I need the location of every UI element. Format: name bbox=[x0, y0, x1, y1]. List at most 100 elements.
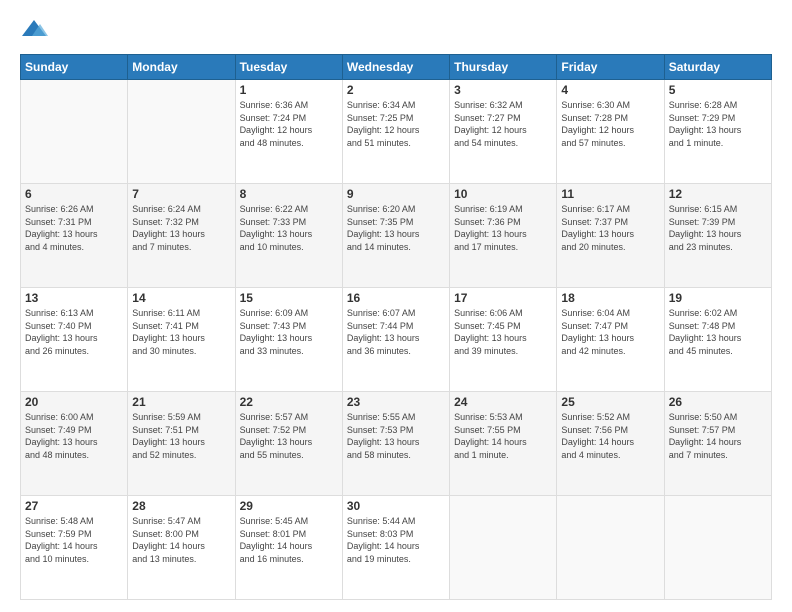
col-saturday: Saturday bbox=[664, 55, 771, 80]
day-cell: 30Sunrise: 5:44 AMSunset: 8:03 PMDayligh… bbox=[342, 496, 449, 600]
col-monday: Monday bbox=[128, 55, 235, 80]
day-info: Sunrise: 5:48 AMSunset: 7:59 PMDaylight:… bbox=[25, 515, 123, 565]
day-cell: 3Sunrise: 6:32 AMSunset: 7:27 PMDaylight… bbox=[450, 80, 557, 184]
calendar-table: Sunday Monday Tuesday Wednesday Thursday… bbox=[20, 54, 772, 600]
day-number: 30 bbox=[347, 499, 445, 513]
day-cell: 25 Sunrise: 5:52 AMSunset: 7:56 PMDayligh… bbox=[557, 392, 664, 496]
day-info: Sunrise: 6:26 AMSunset: 7:31 PMDaylight:… bbox=[25, 203, 123, 253]
header-row: Sunday Monday Tuesday Wednesday Thursday… bbox=[21, 55, 772, 80]
day-cell: 18 Sunrise: 6:04 AMSunset: 7:47 PMDayligh… bbox=[557, 288, 664, 392]
day-cell: 24 Sunrise: 5:53 AMSunset: 7:55 PMDayligh… bbox=[450, 392, 557, 496]
day-cell: 21 Sunrise: 5:59 AMSunset: 7:51 PMDayligh… bbox=[128, 392, 235, 496]
page: Sunday Monday Tuesday Wednesday Thursday… bbox=[0, 0, 792, 612]
day-info: Sunrise: 6:13 AMSunset: 7:40 PMDaylight:… bbox=[25, 307, 123, 357]
day-info: Sunrise: 6:06 AMSunset: 7:45 PMDaylight:… bbox=[454, 307, 552, 357]
day-cell: 8 Sunrise: 6:22 AMSunset: 7:33 PMDaylight… bbox=[235, 184, 342, 288]
day-cell: 23Sunrise: 5:55 AMSunset: 7:53 PMDayligh… bbox=[342, 392, 449, 496]
day-cell: 13 Sunrise: 6:13 AMSunset: 7:40 PMDayligh… bbox=[21, 288, 128, 392]
day-number: 5 bbox=[669, 83, 767, 97]
day-cell bbox=[557, 496, 664, 600]
day-number: 22 bbox=[240, 395, 338, 409]
logo bbox=[20, 16, 52, 44]
day-cell: 17 Sunrise: 6:06 AMSunset: 7:45 PMDayligh… bbox=[450, 288, 557, 392]
day-cell: 6 Sunrise: 6:26 AMSunset: 7:31 PMDaylight… bbox=[21, 184, 128, 288]
day-cell: 9Sunrise: 6:20 AMSunset: 7:35 PMDaylight… bbox=[342, 184, 449, 288]
header bbox=[20, 16, 772, 44]
day-cell: 4 Sunrise: 6:30 AMSunset: 7:28 PMDaylight… bbox=[557, 80, 664, 184]
day-info: Sunrise: 6:00 AMSunset: 7:49 PMDaylight:… bbox=[25, 411, 123, 461]
day-number: 6 bbox=[25, 187, 123, 201]
day-number: 15 bbox=[240, 291, 338, 305]
day-info: Sunrise: 6:30 AMSunset: 7:28 PMDaylight:… bbox=[561, 99, 659, 149]
day-cell: 27 Sunrise: 5:48 AMSunset: 7:59 PMDayligh… bbox=[21, 496, 128, 600]
day-cell: 20 Sunrise: 6:00 AMSunset: 7:49 PMDayligh… bbox=[21, 392, 128, 496]
week-row-1: 1 Sunrise: 6:36 AMSunset: 7:24 PMDaylight… bbox=[21, 80, 772, 184]
day-info: Sunrise: 5:45 AMSunset: 8:01 PMDaylight:… bbox=[240, 515, 338, 565]
week-row-4: 20 Sunrise: 6:00 AMSunset: 7:49 PMDayligh… bbox=[21, 392, 772, 496]
day-number: 11 bbox=[561, 187, 659, 201]
day-number: 19 bbox=[669, 291, 767, 305]
day-cell: 1 Sunrise: 6:36 AMSunset: 7:24 PMDaylight… bbox=[235, 80, 342, 184]
col-thursday: Thursday bbox=[450, 55, 557, 80]
day-cell bbox=[21, 80, 128, 184]
day-number: 4 bbox=[561, 83, 659, 97]
day-info: Sunrise: 6:36 AMSunset: 7:24 PMDaylight:… bbox=[240, 99, 338, 149]
day-cell: 19Sunrise: 6:02 AMSunset: 7:48 PMDayligh… bbox=[664, 288, 771, 392]
day-info: Sunrise: 6:17 AMSunset: 7:37 PMDaylight:… bbox=[561, 203, 659, 253]
day-info: Sunrise: 5:55 AMSunset: 7:53 PMDaylight:… bbox=[347, 411, 445, 461]
day-number: 26 bbox=[669, 395, 767, 409]
day-number: 25 bbox=[561, 395, 659, 409]
day-info: Sunrise: 6:32 AMSunset: 7:27 PMDaylight:… bbox=[454, 99, 552, 149]
day-cell bbox=[664, 496, 771, 600]
day-info: Sunrise: 6:28 AMSunset: 7:29 PMDaylight:… bbox=[669, 99, 767, 149]
day-cell: 14 Sunrise: 6:11 AMSunset: 7:41 PMDayligh… bbox=[128, 288, 235, 392]
day-info: Sunrise: 6:24 AMSunset: 7:32 PMDaylight:… bbox=[132, 203, 230, 253]
day-number: 28 bbox=[132, 499, 230, 513]
col-sunday: Sunday bbox=[21, 55, 128, 80]
day-info: Sunrise: 6:22 AMSunset: 7:33 PMDaylight:… bbox=[240, 203, 338, 253]
day-info: Sunrise: 6:07 AMSunset: 7:44 PMDaylight:… bbox=[347, 307, 445, 357]
day-cell: 28 Sunrise: 5:47 AMSunset: 8:00 PMDayligh… bbox=[128, 496, 235, 600]
day-info: Sunrise: 5:53 AMSunset: 7:55 PMDaylight:… bbox=[454, 411, 552, 461]
day-info: Sunrise: 6:20 AMSunset: 7:35 PMDaylight:… bbox=[347, 203, 445, 253]
day-cell bbox=[128, 80, 235, 184]
day-cell: 29Sunrise: 5:45 AMSunset: 8:01 PMDayligh… bbox=[235, 496, 342, 600]
day-cell: 22 Sunrise: 5:57 AMSunset: 7:52 PMDayligh… bbox=[235, 392, 342, 496]
day-cell: 26 Sunrise: 5:50 AMSunset: 7:57 PMDayligh… bbox=[664, 392, 771, 496]
week-row-2: 6 Sunrise: 6:26 AMSunset: 7:31 PMDaylight… bbox=[21, 184, 772, 288]
day-number: 24 bbox=[454, 395, 552, 409]
day-number: 13 bbox=[25, 291, 123, 305]
day-number: 21 bbox=[132, 395, 230, 409]
day-cell bbox=[450, 496, 557, 600]
day-info: Sunrise: 6:15 AMSunset: 7:39 PMDaylight:… bbox=[669, 203, 767, 253]
week-row-5: 27 Sunrise: 5:48 AMSunset: 7:59 PMDayligh… bbox=[21, 496, 772, 600]
day-cell: 2 Sunrise: 6:34 AMSunset: 7:25 PMDaylight… bbox=[342, 80, 449, 184]
day-info: Sunrise: 6:09 AMSunset: 7:43 PMDaylight:… bbox=[240, 307, 338, 357]
day-info: Sunrise: 5:59 AMSunset: 7:51 PMDaylight:… bbox=[132, 411, 230, 461]
day-info: Sunrise: 6:11 AMSunset: 7:41 PMDaylight:… bbox=[132, 307, 230, 357]
day-info: Sunrise: 5:52 AMSunset: 7:56 PMDaylight:… bbox=[561, 411, 659, 461]
day-number: 18 bbox=[561, 291, 659, 305]
day-number: 7 bbox=[132, 187, 230, 201]
day-number: 16 bbox=[347, 291, 445, 305]
day-info: Sunrise: 5:50 AMSunset: 7:57 PMDaylight:… bbox=[669, 411, 767, 461]
day-number: 12 bbox=[669, 187, 767, 201]
day-number: 2 bbox=[347, 83, 445, 97]
day-cell: 16 Sunrise: 6:07 AMSunset: 7:44 PMDayligh… bbox=[342, 288, 449, 392]
day-number: 27 bbox=[25, 499, 123, 513]
day-number: 1 bbox=[240, 83, 338, 97]
day-number: 14 bbox=[132, 291, 230, 305]
week-row-3: 13 Sunrise: 6:13 AMSunset: 7:40 PMDayligh… bbox=[21, 288, 772, 392]
day-info: Sunrise: 6:34 AMSunset: 7:25 PMDaylight:… bbox=[347, 99, 445, 149]
day-number: 20 bbox=[25, 395, 123, 409]
day-number: 17 bbox=[454, 291, 552, 305]
day-cell: 12 Sunrise: 6:15 AMSunset: 7:39 PMDayligh… bbox=[664, 184, 771, 288]
col-wednesday: Wednesday bbox=[342, 55, 449, 80]
day-info: Sunrise: 5:47 AMSunset: 8:00 PMDaylight:… bbox=[132, 515, 230, 565]
day-number: 10 bbox=[454, 187, 552, 201]
day-info: Sunrise: 5:57 AMSunset: 7:52 PMDaylight:… bbox=[240, 411, 338, 461]
day-cell: 11 Sunrise: 6:17 AMSunset: 7:37 PMDayligh… bbox=[557, 184, 664, 288]
day-cell: 5 Sunrise: 6:28 AMSunset: 7:29 PMDaylight… bbox=[664, 80, 771, 184]
day-number: 8 bbox=[240, 187, 338, 201]
day-info: Sunrise: 6:04 AMSunset: 7:47 PMDaylight:… bbox=[561, 307, 659, 357]
